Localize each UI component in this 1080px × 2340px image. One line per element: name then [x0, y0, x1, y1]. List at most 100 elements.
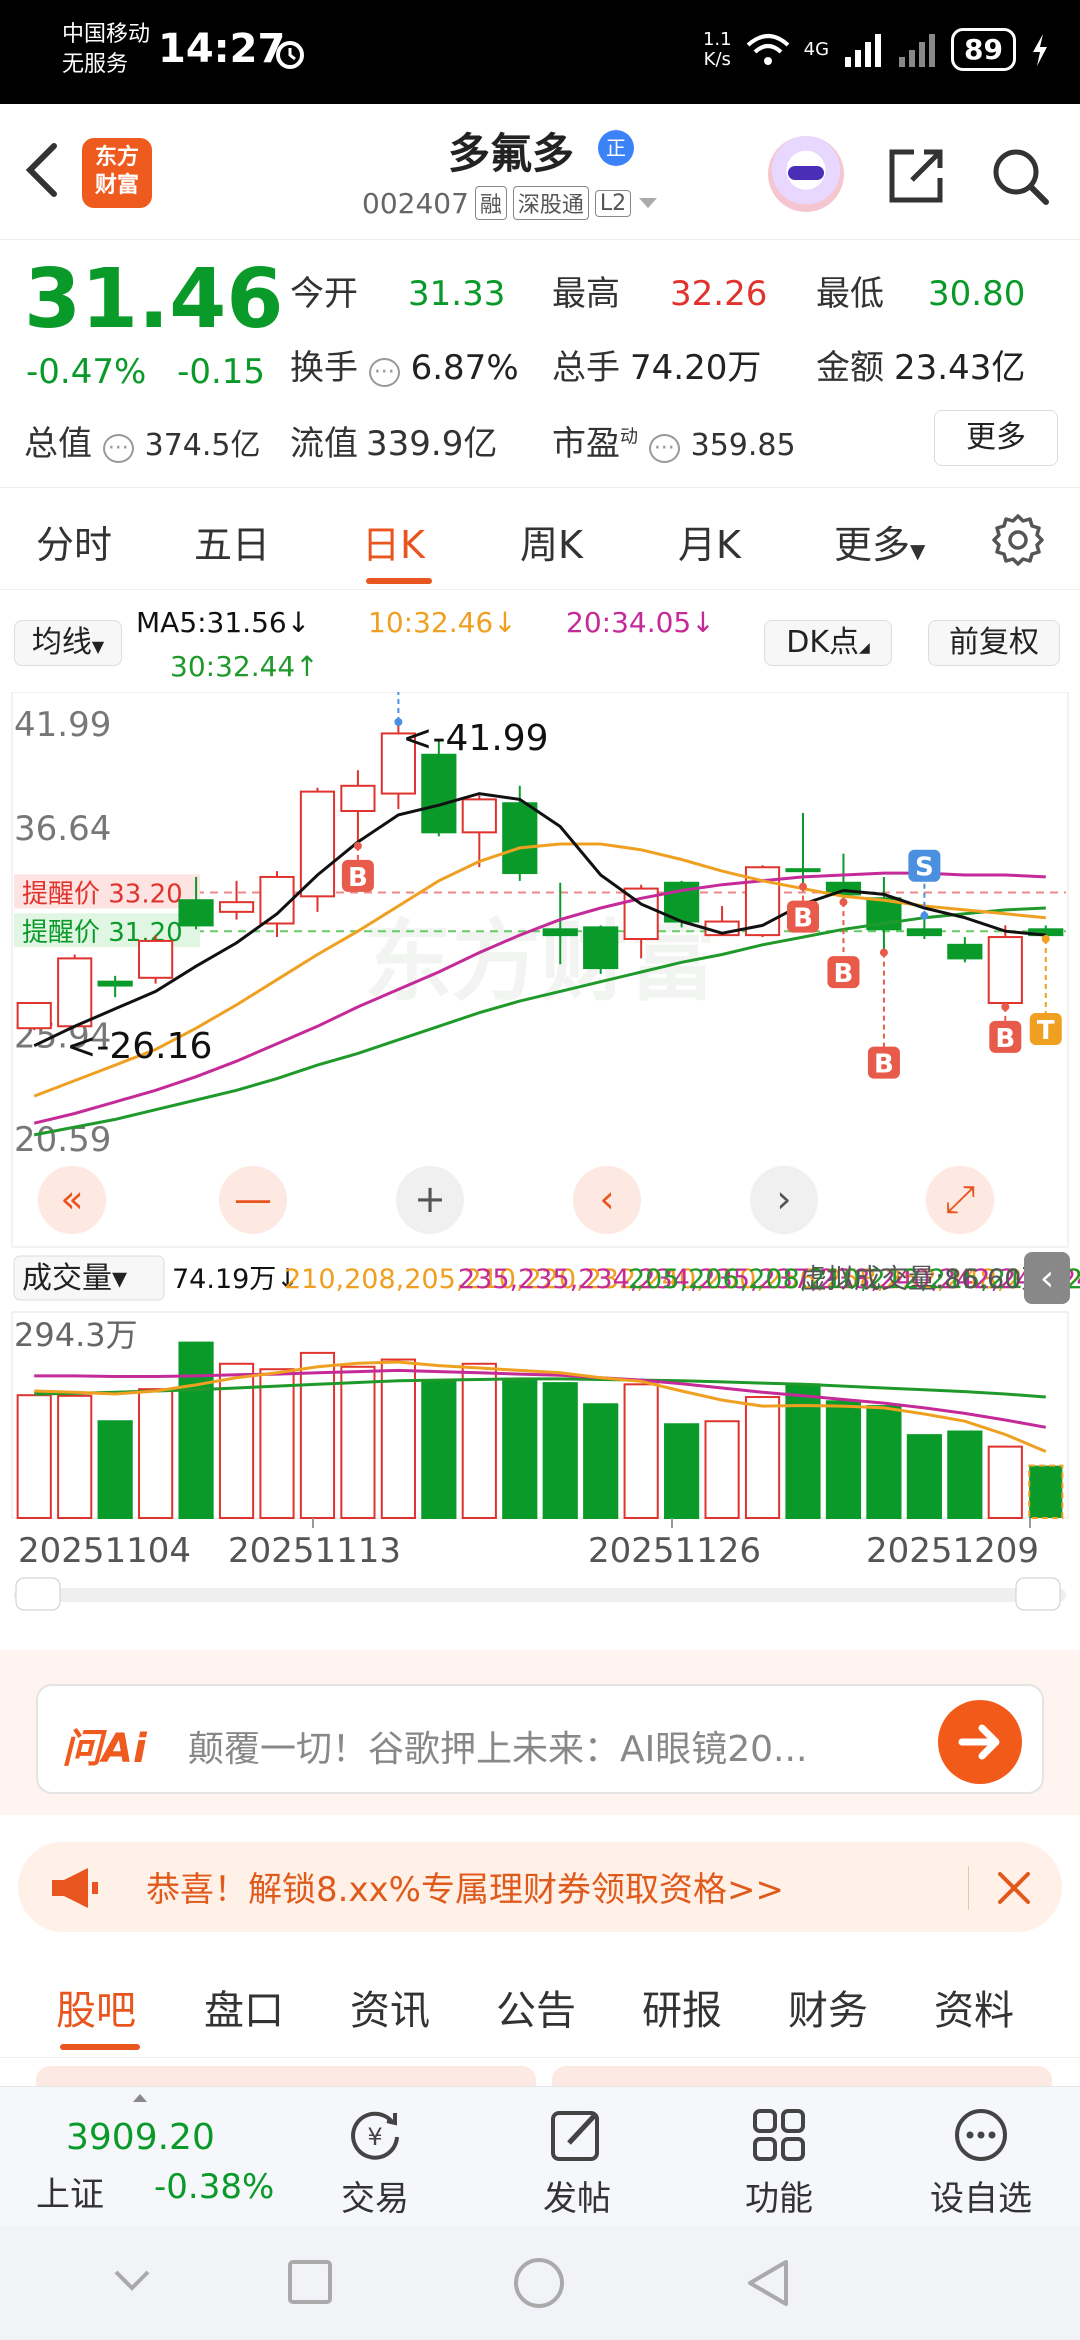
caret-down-icon: ▼: [91, 637, 105, 656]
volume-bar: [704, 1420, 740, 1520]
kline-chart[interactable]: 东方财富41.9936.6431.2925.9420.59提醒价 33.20提醒…: [0, 692, 1080, 1612]
info-icon[interactable]: ···: [102, 434, 134, 463]
volume-bar: [866, 1405, 902, 1519]
ma-select[interactable]: 均线▼: [14, 620, 122, 666]
volume-value: 74.20万: [630, 348, 762, 388]
promo-text[interactable]: 恭喜！解锁8.xx%专属理财券领取资格>>: [146, 1862, 784, 1911]
float-cap-value: 339.9亿: [366, 424, 498, 464]
search-icon[interactable]: [988, 144, 1052, 208]
turnover-label: 换手: [290, 348, 358, 388]
tab-weekly-k[interactable]: 周K: [520, 514, 583, 569]
yuan-cycle-icon: ¥: [351, 2111, 399, 2160]
tab-monthly-k[interactable]: 月K: [678, 514, 741, 569]
tab-research[interactable]: 研报: [642, 1978, 722, 2036]
card-peek: [552, 2066, 1052, 2086]
volume-bar: [421, 1380, 457, 1520]
name-badge: 正: [598, 130, 634, 166]
change-percent: -0.47%: [26, 352, 147, 392]
chevron-down-icon[interactable]: [110, 2266, 154, 2294]
volume-bar: [987, 1445, 1023, 1520]
range-handle-right[interactable]: [1015, 1577, 1061, 1611]
tab-orderbook[interactable]: 盘口: [204, 1978, 284, 2036]
ai-assistant-avatar[interactable]: [768, 136, 844, 212]
signal-label: B: [348, 863, 368, 893]
tab-profile[interactable]: 资料: [934, 1978, 1014, 2036]
nav-add-watchlist[interactable]: 设自选: [916, 2105, 1046, 2220]
pan-right-icon[interactable]: ›: [750, 1166, 818, 1234]
section-tabs: 股吧 盘口 资讯 公告 研报 财务 资料: [0, 1960, 1080, 2058]
range-handle-left[interactable]: [15, 1577, 61, 1611]
ai-search-band: 问Ai 颠覆一切！谷歌押上未来：AI眼镜20...: [0, 1650, 1080, 1815]
ai-search-box[interactable]: 问Ai 颠覆一切！谷歌押上未来：AI眼镜20...: [36, 1684, 1044, 1794]
net-speed-value: 1.1: [702, 28, 732, 50]
caret-up-icon[interactable]: [132, 2093, 148, 2103]
pe-field: 市盈动 ··· 359.85: [552, 416, 796, 465]
volume-bar: [583, 1403, 619, 1520]
volume-bar: [542, 1382, 578, 1519]
service-status: 无服务: [62, 52, 129, 77]
volume-bar: [16, 1394, 52, 1519]
share-icon[interactable]: [884, 144, 948, 208]
candle-body: [987, 936, 1023, 1004]
tab-forum[interactable]: 股吧: [56, 1978, 136, 2036]
zoom-in-icon[interactable]: +: [396, 1166, 464, 1234]
index-change[interactable]: -0.38%: [154, 2167, 274, 2207]
tab-daily-k[interactable]: 日K: [362, 514, 425, 569]
candle-body: [178, 899, 214, 927]
ai-search-placeholder[interactable]: 颠覆一切！谷歌押上未来：AI眼镜20...: [188, 1720, 807, 1772]
back-triangle-icon[interactable]: [744, 2256, 792, 2310]
ai-submit-button[interactable]: [938, 1700, 1022, 1784]
amount-label: 金额: [816, 348, 884, 388]
tab-announcements[interactable]: 公告: [496, 1978, 576, 2036]
info-icon[interactable]: ···: [368, 358, 400, 387]
x-axis-label: 20251113: [228, 1531, 401, 1571]
index-value[interactable]: 3909.20: [66, 2117, 215, 2158]
grid-icon: [753, 2109, 805, 2161]
megaphone-icon: [52, 1868, 98, 1908]
gear-icon[interactable]: [990, 512, 1046, 568]
caret-down-icon[interactable]: [637, 196, 659, 210]
scroll-fast-back-icon[interactable]: «: [38, 1166, 106, 1234]
nav-trade[interactable]: ¥ 交易: [310, 2105, 440, 2220]
more-button[interactable]: 更多: [934, 410, 1058, 466]
logo-line2: 财富: [94, 173, 139, 198]
ma-select-label: 均线: [31, 625, 92, 660]
stock-header: 东方 财富 多氟多 正 002407 融 深股通 L2: [0, 104, 1080, 240]
tab-more[interactable]: 更多▼: [834, 514, 925, 569]
pe-sup: 动: [620, 426, 638, 448]
promo-banner[interactable]: 恭喜！解锁8.xx%专属理财券领取资格>>: [18, 1842, 1062, 1932]
tag-level2: L2: [594, 189, 632, 217]
ma-legend: 均线▼ MA5:31.56↓ 10:32.46↓ 20:34.05↓ 30:32…: [0, 592, 1080, 692]
dk-point-button[interactable]: DK点◢: [764, 620, 892, 666]
volume-bar: [947, 1430, 983, 1519]
tag-margin: 融: [474, 186, 507, 220]
clock: 14:27: [158, 26, 286, 72]
recent-apps-icon[interactable]: [286, 2258, 334, 2306]
caret-down-icon: ▼: [910, 539, 926, 563]
candle-body: [583, 926, 619, 970]
info-icon[interactable]: ···: [648, 434, 680, 463]
candle-body: [57, 957, 93, 1028]
nav-functions[interactable]: 功能: [714, 2105, 844, 2220]
candle-body: [421, 753, 457, 834]
y-tick-label: 20.59: [14, 1120, 111, 1160]
index-name[interactable]: 上证: [36, 2167, 104, 2216]
x-axis-label: 20251126: [588, 1531, 761, 1571]
control-glyph: ›: [776, 1177, 791, 1221]
nav-post[interactable]: 发帖: [512, 2105, 642, 2220]
zoom-out-icon[interactable]: —: [219, 1166, 287, 1234]
home-icon[interactable]: [512, 2256, 566, 2310]
fullscreen-icon[interactable]: ⤢: [926, 1166, 994, 1234]
network-type: 4G: [803, 39, 830, 60]
tab-news[interactable]: 资讯: [350, 1978, 430, 2036]
back-icon[interactable]: [22, 140, 72, 200]
tab-financials[interactable]: 财务: [788, 1978, 868, 2036]
pan-left-icon[interactable]: ‹: [573, 1166, 641, 1234]
tab-intraday[interactable]: 分时: [36, 514, 112, 569]
tab-five-day[interactable]: 五日: [194, 514, 270, 569]
bottom-nav: 3909.20 上证 -0.38% ¥ 交易 发帖 功能 设自选: [0, 2086, 1080, 2226]
close-icon[interactable]: [994, 1868, 1034, 1908]
adjust-button[interactable]: 前复权: [928, 620, 1060, 666]
high-value: 32.26: [670, 274, 768, 314]
brand-logo: 东方 财富: [82, 138, 152, 208]
